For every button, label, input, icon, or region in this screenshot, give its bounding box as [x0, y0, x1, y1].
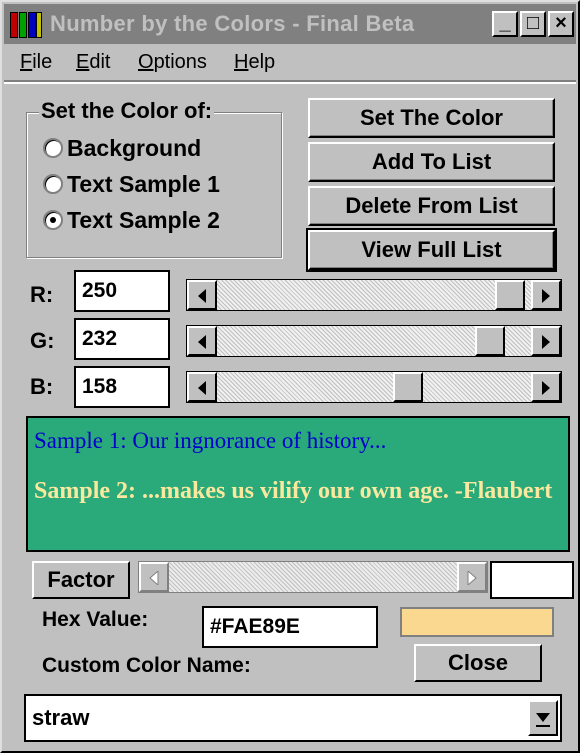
arrow-right-icon: [467, 571, 477, 585]
red-slider-thumb[interactable]: [495, 280, 525, 310]
radio-label: Text Sample 2: [67, 206, 220, 233]
view-full-list-button[interactable]: View Full List: [306, 228, 557, 272]
minimize-icon: _: [499, 12, 511, 34]
arrow-left-icon: [198, 381, 206, 395]
menu-options-accel: O: [138, 51, 154, 73]
text-sample-2: Sample 2: ...makes us vilify our own age…: [34, 478, 553, 504]
scroll-right-button[interactable]: [457, 562, 487, 592]
menu-help-rest: elp: [248, 51, 276, 73]
text-sample-1: Sample 1: Our ingnorance of history...: [34, 428, 387, 453]
red-scrollbar[interactable]: [186, 279, 562, 311]
delete-from-list-button[interactable]: Delete From List: [308, 186, 555, 226]
menu-file-rest: ile: [32, 51, 53, 73]
arrow-left-icon: [198, 289, 206, 303]
scroll-right-button[interactable]: [531, 372, 561, 402]
window-title: Number by the Colors - Final Beta: [50, 11, 415, 36]
color-target-group: Set the Color of: Background Text Sample…: [26, 98, 282, 258]
factor-value-input[interactable]: [490, 561, 574, 599]
radio-text-sample-2[interactable]: Text Sample 2: [43, 205, 220, 235]
hex-value-input[interactable]: #FAE89E: [202, 606, 378, 648]
maximize-button[interactable]: □: [520, 11, 546, 37]
title-bar[interactable]: Number by the Colors - Final Beta _ □ ×: [4, 4, 576, 44]
green-label: G:: [30, 328, 55, 353]
close-window-button[interactable]: ×: [548, 11, 574, 37]
blue-slider-thumb[interactable]: [393, 372, 423, 402]
dropdown-button[interactable]: [528, 700, 558, 736]
radio-label: Background: [67, 134, 202, 161]
arrow-right-icon: [542, 335, 550, 349]
factor-scrollbar[interactable]: [138, 561, 488, 593]
hex-value-label: Hex Value:: [42, 608, 149, 631]
green-scrollbar[interactable]: [186, 325, 562, 357]
minimize-button[interactable]: _: [492, 11, 518, 37]
scroll-right-button[interactable]: [531, 280, 561, 310]
red-value-input[interactable]: 250: [74, 270, 170, 312]
app-window: Number by the Colors - Final Beta _ □ × …: [0, 0, 580, 753]
blue-scrollbar[interactable]: [186, 371, 562, 403]
radio-indicator[interactable]: [43, 138, 63, 158]
radio-background[interactable]: Background: [43, 133, 201, 163]
maximize-icon: □: [526, 12, 540, 34]
scroll-right-button[interactable]: [531, 326, 561, 356]
arrow-left-icon: [198, 335, 206, 349]
scroll-left-button[interactable]: [139, 562, 169, 592]
menu-options-rest: ptions: [153, 51, 207, 73]
custom-color-name-label: Custom Color Name:: [42, 654, 251, 677]
menu-file[interactable]: File: [20, 51, 52, 74]
close-button[interactable]: Close: [414, 644, 542, 682]
menu-file-accel: F: [20, 51, 33, 73]
add-to-list-button[interactable]: Add To List: [308, 142, 555, 182]
radio-label: Text Sample 1: [67, 170, 220, 197]
menu-edit-rest: dit: [89, 51, 111, 73]
custom-color-name-value[interactable]: straw: [32, 705, 89, 731]
scroll-left-button[interactable]: [187, 280, 217, 310]
green-slider-thumb[interactable]: [475, 326, 505, 356]
radio-text-sample-1[interactable]: Text Sample 1: [43, 169, 220, 199]
scroll-left-button[interactable]: [187, 326, 217, 356]
color-sample-panel: Sample 1: Our ingnorance of history... S…: [26, 416, 570, 552]
menu-bar: File Edit Options Help: [4, 46, 576, 82]
red-label: R:: [30, 282, 54, 307]
menu-edit-accel: E: [76, 51, 90, 73]
menu-options[interactable]: Options: [138, 51, 207, 74]
blue-value-input[interactable]: 158: [74, 366, 170, 408]
scroll-left-button[interactable]: [187, 372, 217, 402]
group-label: Set the Color of:: [39, 98, 215, 124]
arrow-right-icon: [542, 381, 550, 395]
custom-color-name-combobox[interactable]: straw: [24, 694, 562, 742]
arrow-right-icon: [542, 289, 550, 303]
crayons-icon[interactable]: [10, 10, 44, 40]
menu-help[interactable]: Help: [234, 51, 275, 74]
arrow-left-icon: [149, 571, 159, 585]
menu-help-accel: H: [234, 51, 249, 73]
color-preview-swatch: [400, 607, 554, 637]
blue-label: B:: [30, 374, 54, 399]
factor-button[interactable]: Factor: [32, 561, 130, 599]
close-icon: ×: [555, 12, 567, 34]
set-color-button[interactable]: Set The Color: [308, 98, 555, 138]
menu-edit[interactable]: Edit: [76, 51, 110, 74]
radio-indicator[interactable]: [43, 174, 63, 194]
chevron-down-icon: [536, 713, 550, 727]
green-value-input[interactable]: 232: [74, 318, 170, 360]
radio-indicator-selected[interactable]: [43, 210, 63, 230]
